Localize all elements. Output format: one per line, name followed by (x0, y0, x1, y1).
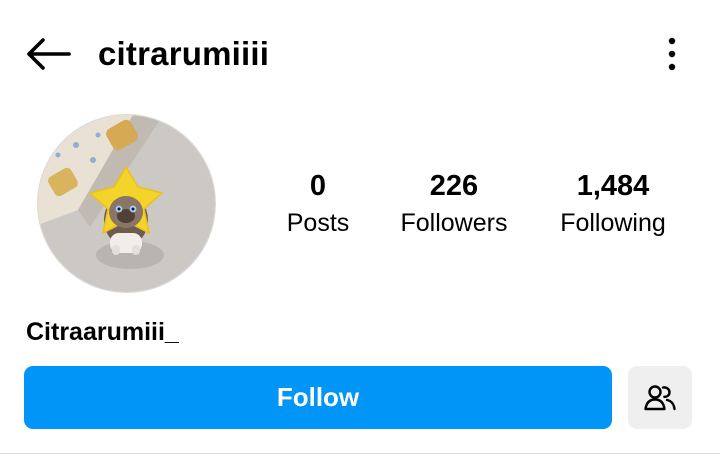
avatar-image (38, 115, 215, 292)
followers-count: 226 (429, 170, 479, 202)
back-button[interactable] (22, 32, 74, 76)
arrow-left-icon (27, 38, 71, 70)
profile-header: citrarumiiii (0, 0, 720, 108)
posts-label: Posts (286, 209, 350, 237)
profile-username: citrarumiiii (98, 35, 270, 72)
stat-posts[interactable]: 0 Posts (262, 167, 374, 241)
more-options-button[interactable] (652, 32, 692, 76)
suggested-accounts-button[interactable] (628, 366, 692, 429)
stat-following[interactable]: 1,484 Following (542, 167, 684, 241)
add-people-icon (644, 384, 676, 410)
profile-display-name: Citraarumiii_ (26, 318, 179, 346)
profile-page: citrarumiiii 0 Posts 226 Followers 1,484… (0, 0, 720, 460)
following-label: Following (560, 209, 666, 237)
following-count: 1,484 (576, 170, 650, 202)
section-divider (0, 453, 720, 454)
stat-followers[interactable]: 226 Followers (384, 167, 524, 241)
posts-count: 0 (309, 170, 327, 202)
follow-button[interactable]: Follow (24, 366, 612, 429)
followers-label: Followers (400, 209, 508, 237)
avatar[interactable] (37, 114, 216, 293)
vertical-dots-icon (668, 37, 676, 71)
